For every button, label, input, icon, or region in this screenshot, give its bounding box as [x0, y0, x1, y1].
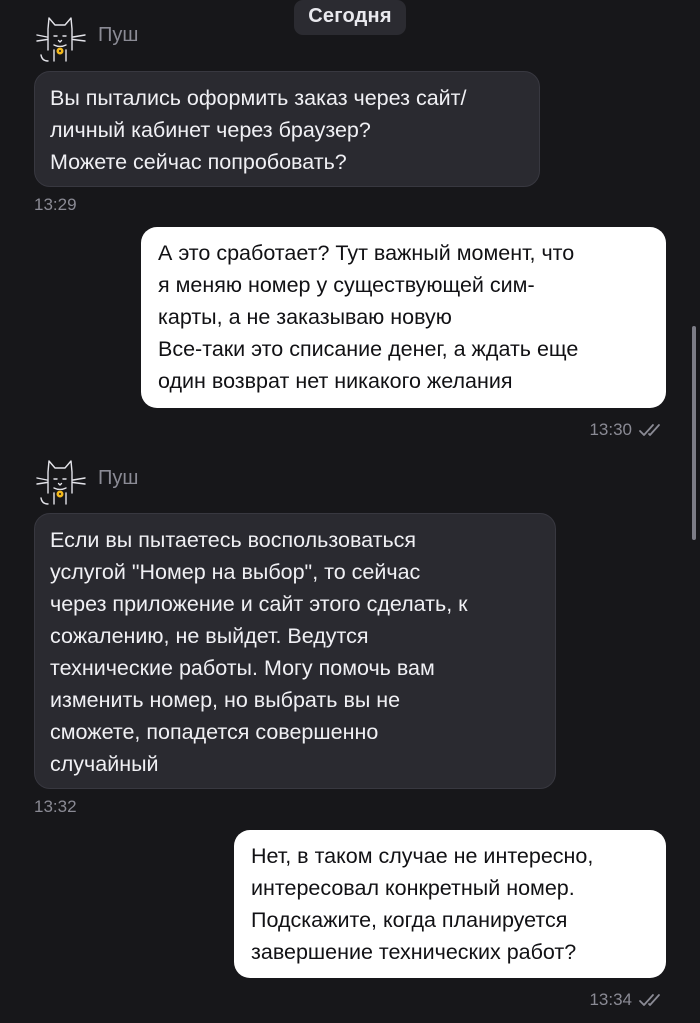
message-meta: 13:30 — [589, 420, 666, 440]
double-check-icon — [639, 994, 660, 1006]
sender-header: Пуш — [34, 453, 138, 505]
double-check-icon — [639, 424, 660, 436]
scrollbar[interactable] — [692, 326, 696, 540]
outgoing-message[interactable]: А это сработает? Тут важный момент, что … — [141, 227, 666, 408]
outgoing-message[interactable]: Нет, в таком случае не интересно, интере… — [234, 830, 666, 978]
chat-window: Сегодня Пуш Вы пытались оформить заказ ч… — [0, 0, 700, 1023]
incoming-message[interactable]: Вы пытались оформить заказ через сайт/ л… — [34, 71, 540, 187]
sender-name: Пуш — [98, 466, 139, 489]
message-time: 13:32 — [34, 797, 77, 816]
cat-avatar-icon[interactable] — [34, 10, 90, 62]
message-meta: 13:34 — [589, 990, 666, 1010]
sender-header: Пуш — [34, 10, 138, 62]
sender-name: Пуш — [98, 23, 139, 46]
message-time: 13:29 — [34, 195, 77, 214]
message-time: 13:34 — [589, 990, 632, 1009]
cat-avatar-icon[interactable] — [34, 453, 90, 505]
message-time: 13:30 — [589, 420, 632, 439]
incoming-message[interactable]: Если вы пытаетесь воспользоваться услуго… — [34, 513, 556, 789]
date-separator: Сегодня — [294, 0, 406, 35]
